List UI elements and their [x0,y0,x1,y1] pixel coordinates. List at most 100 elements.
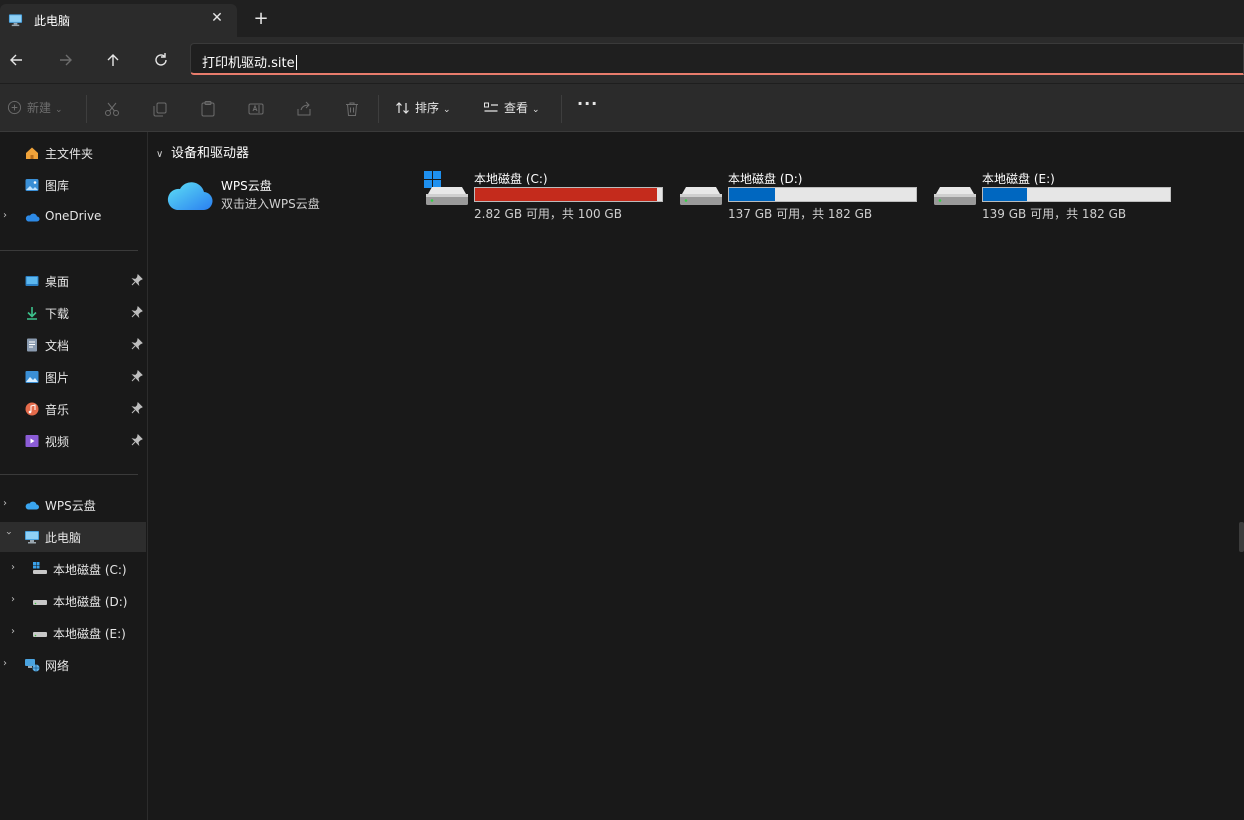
drive-tile-d[interactable]: 本地磁盘 (D:) 137 GB 可用，共 182 GB [678,170,928,222]
sidebar-item-label: 下载 [45,307,70,321]
sidebar-item-videos[interactable]: 视频 [0,426,146,456]
address-bar[interactable]: 打印机驱动.site [190,43,1244,75]
sidebar-item-label: 视频 [45,435,70,449]
new-tab-button[interactable]: + [251,10,271,30]
pin-icon[interactable] [131,402,143,414]
paste-icon[interactable] [199,99,217,119]
sidebar-item-drive-c[interactable]: › 本地磁盘 (C:) [0,554,146,584]
chevron-right-icon[interactable]: › [11,594,21,606]
devices-group-header[interactable]: ∨ 设备和驱动器 [156,142,249,161]
address-input[interactable]: 打印机驱动.site [202,52,297,71]
cloud-name: WPS云盘 [221,179,272,193]
pin-icon[interactable] [131,434,143,446]
drive-tile-e[interactable]: 本地磁盘 (E:) 139 GB 可用，共 182 GB [932,170,1182,222]
drive-usage-bar [982,187,1171,202]
navigation-pane: 主文件夹 图库 › OneDrive 桌面 下载 文档 图片 音乐 视频 › W… [0,132,148,820]
sidebar-item-gallery[interactable]: 图库 [0,170,146,200]
chevron-down-icon[interactable]: › [2,531,14,541]
back-arrow-icon[interactable] [6,49,28,71]
drive-icon [680,187,722,205]
sidebar-item-label: 图片 [45,371,70,385]
cut-icon[interactable] [103,99,121,119]
tab-this-pc[interactable]: 此电脑 ✕ [0,4,237,37]
network-icon [25,659,40,672]
chevron-right-icon[interactable]: › [3,498,13,510]
close-tab-icon[interactable]: ✕ [207,8,227,28]
separator [378,95,379,123]
sidebar-item-this-pc[interactable]: › 此电脑 [0,522,146,552]
drive-usage-bar [474,187,663,202]
chevron-right-icon[interactable]: › [11,626,21,638]
sidebar-item-music[interactable]: 音乐 [0,394,146,424]
windows-drive-icon [33,562,47,574]
sidebar-item-desktop[interactable]: 桌面 [0,266,146,296]
sidebar-item-wps-cloud[interactable]: › WPS云盘 [0,490,146,520]
desktop-icon [25,276,39,286]
sidebar-item-network[interactable]: › 网络 [0,650,146,680]
video-icon [25,435,39,447]
sidebar-item-label: WPS云盘 [45,499,96,513]
refresh-icon[interactable] [150,49,172,71]
home-icon [26,147,38,159]
sidebar-item-home[interactable]: 主文件夹 [0,138,146,168]
sidebar-item-pictures[interactable]: 图片 [0,362,146,392]
sort-label: 排序 [415,101,440,115]
group-title: 设备和驱动器 [171,146,250,161]
pin-icon[interactable] [131,306,143,318]
sidebar-item-drive-e[interactable]: › 本地磁盘 (E:) [0,618,146,648]
drive-name: 本地磁盘 (E:) [982,172,1055,186]
drive-free-text: 139 GB 可用，共 182 GB [982,207,1127,221]
view-label: 查看 [504,101,529,115]
content-area: ∨ 设备和驱动器 WPS云盘 双击进入WPS云盘 本地磁盘 (C:) 2.82 G… [149,132,1244,820]
sidebar-item-label: 主文件夹 [45,147,94,161]
share-icon[interactable] [295,99,313,119]
more-options-icon[interactable]: ··· [577,94,598,114]
delete-icon[interactable] [343,99,361,119]
sidebar-item-documents[interactable]: 文档 [0,330,146,360]
copy-icon[interactable] [151,99,169,119]
tab-title: 此电脑 [34,14,71,28]
new-button[interactable]: 新建 ⌄ [7,99,63,119]
new-label: 新建 [27,101,52,115]
sidebar-item-label: 文档 [45,339,70,353]
sidebar-item-label: 音乐 [45,403,70,417]
chevron-right-icon[interactable]: › [3,658,13,670]
pictures-icon [25,371,39,383]
rename-icon[interactable] [247,99,265,119]
sidebar-item-label: 本地磁盘 (D:) [53,595,128,609]
sidebar-item-label: OneDrive [45,209,102,223]
sidebar-item-downloads[interactable]: 下载 [0,298,146,328]
plus-circle-icon [7,100,22,115]
chevron-right-icon[interactable]: › [3,210,13,222]
sidebar-item-onedrive[interactable]: › OneDrive [0,202,146,232]
pin-icon[interactable] [131,370,143,382]
pin-icon[interactable] [131,274,143,286]
sort-button[interactable]: 排序 ⌄ [395,99,451,119]
computer-icon [25,531,39,544]
drive-usage-fill [983,188,1028,201]
separator [86,95,87,123]
sidebar-item-drive-d[interactable]: › 本地磁盘 (D:) [0,586,146,616]
up-arrow-icon[interactable] [102,49,124,71]
forward-arrow-icon[interactable] [54,49,76,71]
computer-icon [8,14,23,27]
pin-icon[interactable] [131,338,143,350]
scrollbar-thumb[interactable] [1239,522,1244,552]
chevron-right-icon[interactable]: › [11,562,21,574]
download-icon [27,307,37,320]
drive-free-text: 137 GB 可用，共 182 GB [728,207,873,221]
drive-tile-c[interactable]: 本地磁盘 (C:) 2.82 GB 可用，共 100 GB [424,170,674,222]
view-button[interactable]: 查看 ⌄ [483,99,540,119]
title-bar: 此电脑 ✕ + [0,0,1244,37]
sidebar-item-label: 网络 [45,659,70,673]
text-caret [295,55,297,70]
chevron-down-icon: ∨ [156,149,164,160]
wps-cloud-icon [25,501,39,510]
wps-cloud-tile[interactable]: WPS云盘 双击进入WPS云盘 [167,176,387,216]
onedrive-cloud-icon [25,213,40,222]
drive-icon [934,187,976,205]
drive-usage-fill [475,188,657,201]
view-list-icon [484,102,498,112]
cloud-subtitle: 双击进入WPS云盘 [221,197,320,211]
drive-name: 本地磁盘 (D:) [728,172,803,186]
